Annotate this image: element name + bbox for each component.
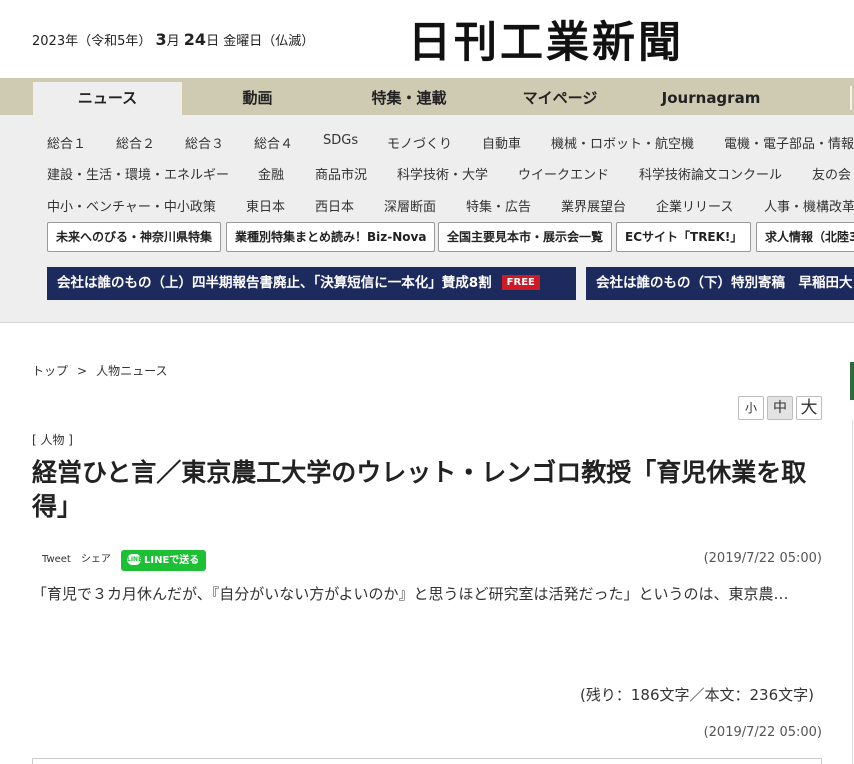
banner-text: 会社は誰のもの（上）四半期報告書廃止、「決算短信に一本化」賛成8割 (57, 275, 492, 291)
share-links: Tweet シェア (42, 550, 111, 565)
subnav-link[interactable]: 業界展望台 (561, 196, 626, 215)
subnav-link[interactable]: 金融 (258, 164, 284, 183)
subnav-link[interactable]: 自動車 (482, 133, 521, 152)
issue-date: 2023年（令和5年） 3月 24日 金曜日（仏滅） (32, 30, 314, 49)
subnav-link[interactable]: SDGs (323, 133, 358, 148)
paywall-box (32, 758, 822, 764)
banner-article-1[interactable]: 会社は誰のもの（上）四半期報告書廃止、「決算短信に一本化」賛成8割 FREE (47, 267, 576, 300)
subnav-link[interactable]: 友の会 (812, 164, 851, 183)
date-month-unit: 月 (166, 34, 180, 49)
date-prefix: 2023年（令和5年） (32, 34, 152, 49)
breadcrumb: トップ > 人物ニュース (32, 362, 167, 379)
subnav-link[interactable]: 人事・機構改革 (764, 196, 854, 215)
tab-mypage[interactable]: マイページ (500, 82, 620, 115)
subnav-link[interactable]: 建設・生活・環境・エネルギー (47, 164, 229, 183)
tab-video[interactable]: 動画 (195, 82, 320, 115)
subnav-link[interactable]: 企業リリース (656, 196, 733, 215)
facebook-share-button[interactable]: シェア (81, 554, 111, 565)
breadcrumb-top[interactable]: トップ (32, 364, 68, 378)
breadcrumb-separator: > (77, 364, 88, 378)
date-month: 3 (155, 30, 167, 49)
free-badge: FREE (501, 274, 540, 290)
subnav-link[interactable]: 総合２ (116, 133, 155, 152)
banner-text: 会社は誰のもの（下）特別寄稿 早稲田大 (596, 275, 853, 291)
subnav-link[interactable]: 深層断面 (384, 196, 436, 215)
tweet-button[interactable]: Tweet (42, 554, 71, 565)
main-nav: ニュース 動画 特集・連載 マイページ Journagram (0, 78, 854, 115)
sub-nav: 総合１ 総合２ 総合３ 総合４ SDGs モノづくり 自動車 機械・ロボット・航… (0, 115, 854, 323)
subnav-link[interactable]: 商品市況 (315, 164, 367, 183)
subnav-link[interactable]: 特集・広告 (466, 196, 531, 215)
article-category: [ 人物 ] (32, 433, 73, 447)
article-title: 経営ひと言／東京農工大学のウレット・レンゴロ教授「育児休業を取得」 (32, 458, 807, 521)
line-icon: LINE (127, 553, 143, 565)
tab-journagram[interactable]: Journagram (648, 82, 774, 115)
masthead: 2023年（令和5年） 3月 24日 金曜日（仏滅） 日刊工業新聞 (0, 0, 854, 78)
article-timestamp: (2019/7/22 05:00) (703, 551, 822, 566)
feature-button-jobs[interactable]: 求人情報（北陸3 (756, 222, 854, 252)
subnav-link[interactable]: モノづくり (387, 133, 452, 152)
breadcrumb-current[interactable]: 人物ニュース (96, 364, 167, 378)
font-size-large-button[interactable]: 大 (796, 396, 822, 420)
font-size-medium-button[interactable]: 中 (767, 396, 793, 420)
article-body: 「育児で３カ月休んだが、『自分がいない方がよいのか』と思うほど研究室は活発だった… (32, 585, 789, 603)
nav-edge (850, 86, 852, 110)
subnav-link[interactable]: 総合１ (47, 133, 86, 152)
feature-button-trek[interactable]: ECサイト「TREK!」 (616, 222, 752, 252)
date-day-unit: 日 (206, 34, 220, 49)
banner-article-2[interactable]: 会社は誰のもの（下）特別寄稿 早稲田大 (586, 267, 854, 300)
site-logo[interactable]: 日刊工業新聞 (408, 8, 684, 70)
tab-news[interactable]: ニュース (33, 82, 182, 115)
subnav-link[interactable]: 西日本 (315, 196, 354, 215)
line-button-label: LINEで送る (144, 555, 200, 566)
side-divider (852, 420, 853, 764)
subnav-link[interactable]: 東日本 (246, 196, 285, 215)
subnav-link[interactable]: 電機・電子部品・情報 (724, 133, 854, 152)
subnav-link[interactable]: 機械・ロボット・航空機 (551, 133, 694, 152)
subnav-link[interactable]: 総合４ (254, 133, 293, 152)
feature-button-trade-shows[interactable]: 全国主要見本市・展示会一覧 (438, 222, 613, 252)
subnav-link[interactable]: ウイークエンド (518, 164, 609, 183)
tab-features[interactable]: 特集・連載 (345, 82, 473, 115)
date-day: 24 (183, 30, 207, 49)
font-size-small-button[interactable]: 小 (738, 396, 764, 420)
side-accent (850, 362, 854, 400)
subnav-link[interactable]: 中小・ベンチャー・中小政策 (47, 196, 216, 215)
subnav-link[interactable]: 科学技術・大学 (397, 164, 488, 183)
line-share-button[interactable]: LINE LINEで送る (121, 550, 206, 571)
character-count: (残り：186文字／本文：236文字) (580, 686, 814, 704)
feature-button-biz-nova[interactable]: 業種別特集まとめ読み！Biz-Nova (226, 222, 436, 252)
date-weekday: 金曜日（仏滅） (223, 34, 315, 49)
subnav-link[interactable]: 総合３ (185, 133, 224, 152)
subnav-link[interactable]: 科学技術論文コンクール (639, 164, 782, 183)
article-timestamp-bottom: (2019/7/22 05:00) (703, 725, 822, 740)
feature-button-kanagawa[interactable]: 未来へのびる・神奈川県特集 (47, 222, 222, 252)
